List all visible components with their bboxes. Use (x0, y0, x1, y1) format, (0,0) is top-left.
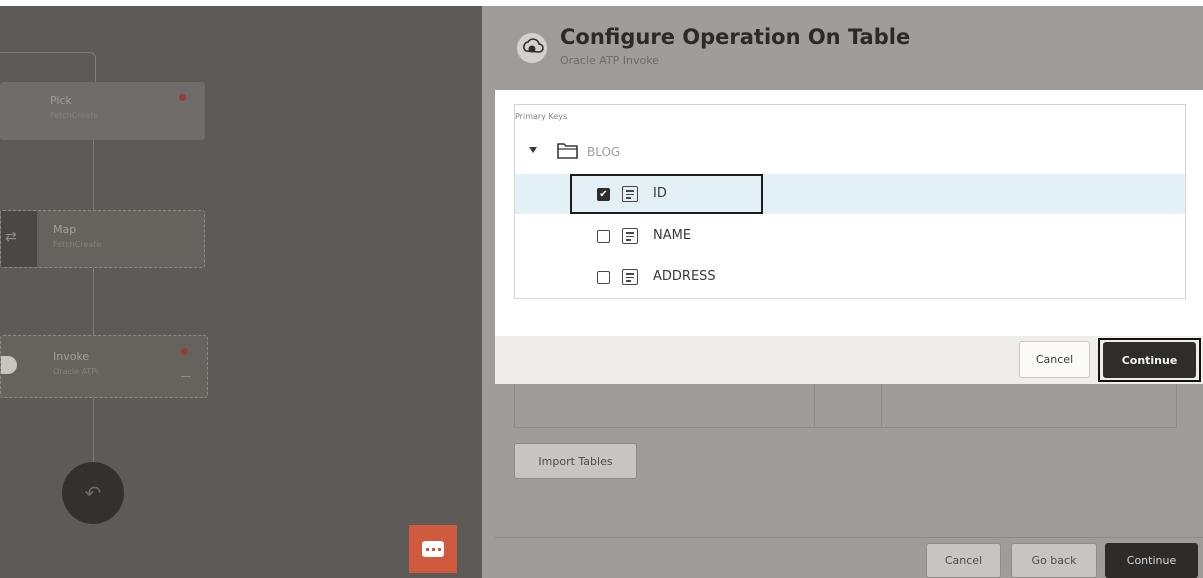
tree-row-id[interactable]: ✔ ID (515, 174, 1185, 214)
chat-icon (422, 541, 444, 557)
node-subtitle: Oracle ATPi (53, 367, 99, 376)
oracle-atp-icon (517, 33, 547, 63)
primary-keys-tree: Primary Keys BLOG ✔ ID NAME ADDRESS (514, 104, 1186, 299)
tree-row-name[interactable]: NAME (515, 216, 1185, 256)
chat-button[interactable] (409, 525, 457, 573)
map-icon: ⇄ (1, 211, 37, 267)
connector-line (93, 398, 94, 462)
table-name: BLOG (587, 145, 621, 159)
footer-continue-button[interactable]: Continue (1105, 543, 1198, 578)
dialog-continue-button[interactable]: Continue (1103, 342, 1196, 378)
node-subtitle: FetchCreate (53, 240, 102, 249)
dialog-footer (495, 336, 1203, 384)
import-tables-button[interactable]: Import Tables (514, 443, 637, 479)
more-icon (181, 376, 191, 377)
error-indicator-icon (179, 94, 186, 101)
address-checkbox[interactable] (597, 271, 610, 284)
footer-divider (495, 537, 1203, 538)
column-name: ID (653, 186, 667, 201)
tree-row-address[interactable]: ADDRESS (515, 257, 1185, 297)
return-icon: ↶ (84, 481, 102, 505)
column-icon (622, 228, 638, 244)
connector-line (0, 52, 90, 53)
primary-keys-label: Primary Keys (515, 112, 568, 121)
dialog-cancel-button[interactable]: Cancel (1019, 341, 1090, 378)
footer-cancel-button[interactable]: Cancel (926, 543, 1001, 578)
connector-line (95, 60, 96, 82)
invoke-node[interactable]: Invoke Oracle ATPi (0, 335, 208, 398)
node-title: Pick (50, 94, 72, 107)
column-name: NAME (653, 228, 692, 243)
map-node[interactable]: ⇄ Map FetchCreate (0, 210, 205, 268)
connector-line (93, 268, 94, 335)
column-icon (622, 186, 638, 202)
expand-caret-icon[interactable] (529, 147, 537, 153)
column-icon (622, 269, 638, 285)
tables-grid (514, 384, 1177, 428)
pick-node[interactable]: Pick FetchCreate (0, 82, 205, 140)
return-node[interactable]: ↶ (62, 462, 124, 524)
connector-line (93, 140, 94, 210)
go-back-button[interactable]: Go back (1011, 543, 1097, 578)
node-title: Map (53, 223, 77, 236)
error-indicator-icon (181, 348, 188, 355)
id-checkbox[interactable]: ✔ (597, 188, 610, 201)
invoke-icon (1, 356, 17, 374)
column-name: ADDRESS (653, 269, 716, 284)
name-checkbox[interactable] (597, 230, 610, 243)
node-title: Invoke (53, 350, 90, 363)
folder-icon (557, 143, 578, 159)
page-title: Configure Operation On Table (560, 25, 911, 49)
node-subtitle: FetchCreate (50, 111, 99, 120)
page-subtitle: Oracle ATP Invoke (560, 54, 660, 67)
